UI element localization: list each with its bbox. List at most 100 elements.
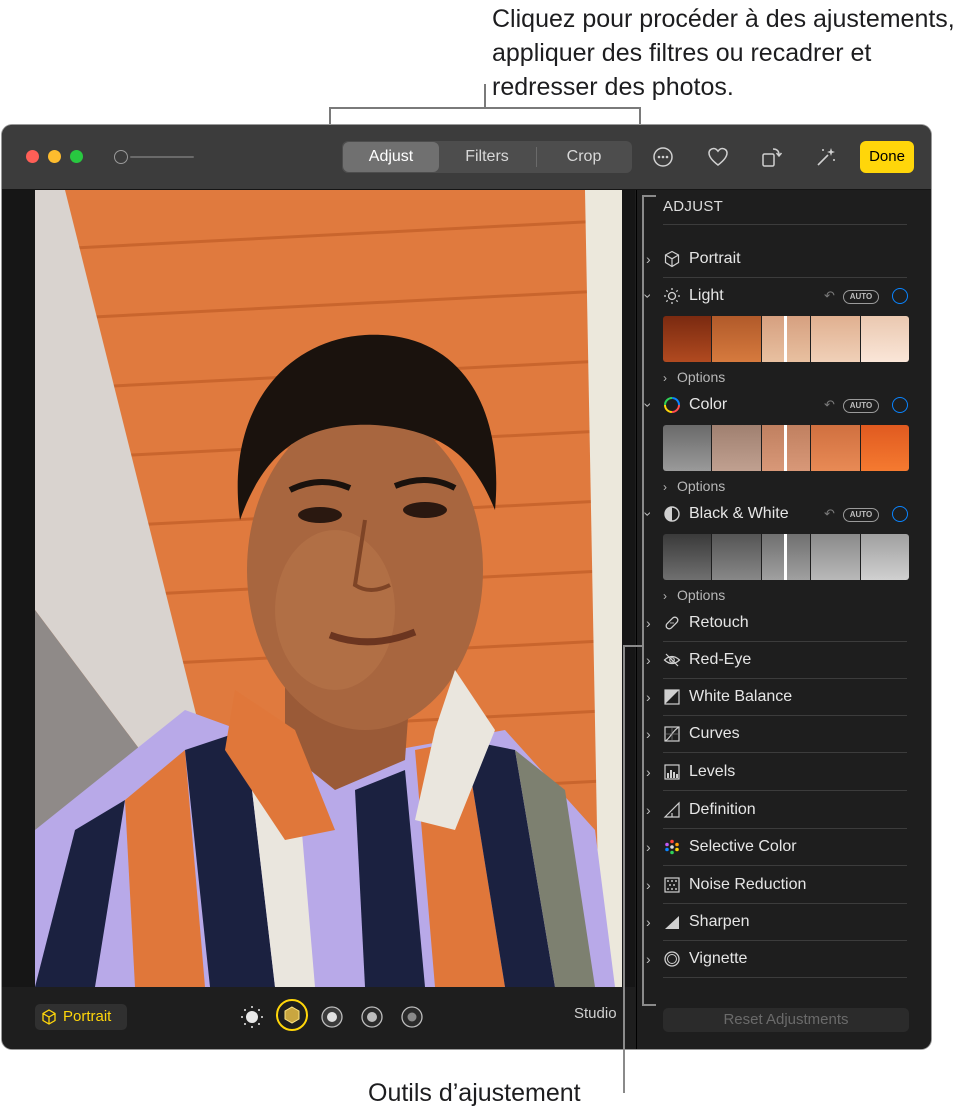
divider: [663, 752, 907, 753]
zoom-slider-knob[interactable]: [114, 150, 128, 164]
enable-toggle[interactable]: [892, 397, 908, 413]
adjust-item-label: Portrait: [689, 250, 741, 267]
undo-icon[interactable]: ↶: [824, 288, 835, 304]
adjust-item-red-eye[interactable]: › Red-Eye: [637, 648, 931, 674]
color-wheel-icon: [664, 397, 680, 413]
undo-icon[interactable]: ↶: [824, 397, 835, 413]
tab-adjust[interactable]: Adjust: [343, 142, 439, 172]
adjust-item-label: Definition: [689, 801, 756, 818]
portrait-photo[interactable]: [35, 190, 622, 987]
preview-frame: [860, 534, 909, 580]
cube-icon: [42, 1009, 56, 1025]
divider: [663, 903, 907, 904]
auto-button[interactable]: AUTO: [843, 399, 879, 413]
photo-canvas: [2, 190, 635, 987]
toolbar: Adjust Filters Crop Done: [2, 125, 931, 190]
preview-frame: [712, 425, 762, 471]
preview-frame: [712, 534, 762, 580]
bandage-icon: [665, 616, 679, 630]
callout-top-leader: [484, 84, 486, 108]
done-button[interactable]: Done: [860, 141, 914, 173]
slider-handle[interactable]: [784, 425, 787, 471]
adjust-item-selective-color[interactable]: › Selective Color: [637, 835, 931, 861]
auto-button[interactable]: AUTO: [843, 508, 879, 522]
close-button[interactable]: [26, 150, 39, 163]
preview-frame: [663, 534, 713, 580]
adjust-item-label: Vignette: [689, 950, 748, 967]
undo-icon[interactable]: ↶: [824, 506, 835, 522]
adjust-item-label: Light: [689, 287, 724, 304]
minimize-button[interactable]: [48, 150, 61, 163]
slider-handle[interactable]: [784, 534, 787, 580]
noise-icon: [664, 877, 680, 893]
preview-frame: [811, 425, 861, 471]
enable-toggle[interactable]: [892, 288, 908, 304]
reset-adjustments-button[interactable]: Reset Adjustments: [663, 1008, 909, 1032]
divider: [663, 678, 907, 679]
preview-frame: [811, 316, 861, 362]
adjust-item-label: Levels: [689, 763, 736, 780]
contour-light-icon[interactable]: [320, 1005, 344, 1029]
callout-bottom-leader: [623, 645, 643, 647]
photos-window: Adjust Filters Crop Done Portrait Studio…: [2, 125, 931, 1049]
adjust-item-label: White Balance: [689, 688, 793, 705]
adjust-item-light[interactable]: › Light ↶ AUTO: [637, 284, 931, 310]
adjust-item-label: Sharpen: [689, 913, 750, 930]
divider: [663, 865, 907, 866]
sharpen-icon: [665, 916, 679, 929]
adjust-item-sharpen[interactable]: › Sharpen: [637, 910, 931, 936]
lighting-effect-label: Studio: [574, 1005, 617, 1022]
levels-icon: [664, 764, 680, 780]
stage-mono-icon[interactable]: [400, 1005, 424, 1029]
stage-light-icon[interactable]: [360, 1005, 384, 1029]
zoom-slider[interactable]: [130, 156, 194, 158]
divider: [663, 277, 907, 278]
adjust-item-white-balance[interactable]: › White Balance: [637, 685, 931, 711]
light-options[interactable]: › Options: [663, 369, 725, 387]
tab-crop[interactable]: Crop: [536, 141, 632, 173]
more-icon[interactable]: [651, 145, 675, 169]
preview-frame: [663, 316, 713, 362]
half-circle-icon: [664, 506, 680, 522]
preview-frame: [811, 534, 861, 580]
adjust-item-curves[interactable]: › Curves: [637, 722, 931, 748]
light-preview-strip[interactable]: [663, 316, 909, 362]
slider-handle[interactable]: [784, 316, 787, 362]
color-preview-strip[interactable]: [663, 425, 909, 471]
preview-frame: [860, 425, 909, 471]
enable-toggle[interactable]: [892, 506, 908, 522]
preview-frame: [663, 425, 713, 471]
chevron-right-icon: ›: [663, 371, 667, 385]
tab-filters[interactable]: Filters: [439, 141, 535, 173]
vignette-icon: [664, 951, 680, 967]
portrait-toggle-button[interactable]: Portrait: [35, 1004, 127, 1030]
adjust-header: ADJUST: [663, 198, 724, 215]
chevron-right-icon: ›: [663, 480, 667, 494]
adjust-item-retouch[interactable]: › Retouch: [637, 611, 931, 637]
bw-preview-strip[interactable]: [663, 534, 909, 580]
preview-frame: [712, 316, 762, 362]
callout-top-text: Cliquez pour procéder à des ajustements,…: [492, 5, 955, 101]
adjust-item-noise-reduction[interactable]: › Noise Reduction: [637, 873, 931, 899]
magic-wand-icon[interactable]: [814, 145, 838, 169]
adjust-item-color[interactable]: › Color ↶ AUTO: [637, 393, 931, 419]
heart-icon[interactable]: [706, 145, 730, 169]
zoom-button[interactable]: [70, 150, 83, 163]
adjust-item-levels[interactable]: › Levels: [637, 760, 931, 786]
eye-icon: [663, 653, 681, 667]
adjust-item-label: Red-Eye: [689, 651, 752, 668]
adjust-item-black-white[interactable]: › Black & White ↶ AUTO: [637, 502, 931, 528]
divider: [663, 977, 907, 978]
callout-bottom-leader: [623, 645, 625, 1093]
studio-light-icon: [284, 1006, 300, 1024]
studio-light-button[interactable]: [276, 999, 308, 1031]
color-options[interactable]: › Options: [663, 478, 725, 496]
rotate-icon[interactable]: [760, 145, 784, 169]
auto-button[interactable]: AUTO: [843, 290, 879, 304]
sun-icon: [664, 288, 680, 304]
adjust-item-definition[interactable]: › Definition: [637, 798, 931, 824]
natural-light-icon[interactable]: [240, 1005, 264, 1029]
adjust-item-vignette[interactable]: › Vignette: [637, 947, 931, 973]
adjust-item-portrait[interactable]: › Portrait: [637, 247, 931, 273]
bw-options[interactable]: › Options: [663, 587, 725, 605]
